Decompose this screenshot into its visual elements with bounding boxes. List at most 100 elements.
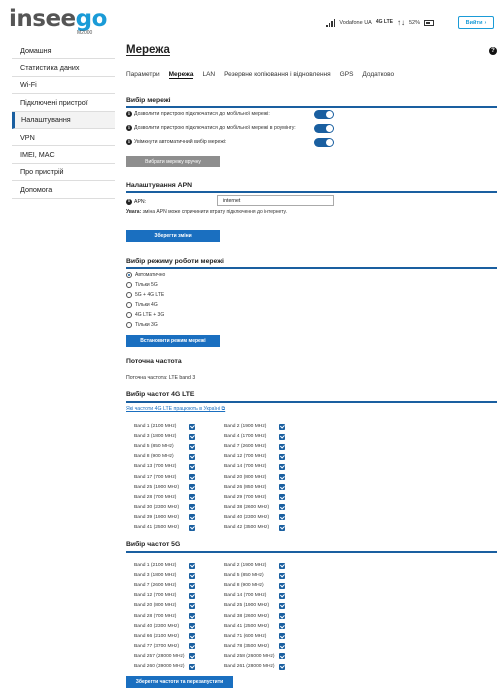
tab-lan[interactable]: LAN xyxy=(202,71,215,79)
band-checkbox[interactable] xyxy=(279,602,285,609)
sidebar-item-connected-devices[interactable]: Підключені пристрої xyxy=(12,94,115,112)
band-checkbox[interactable] xyxy=(189,653,195,660)
band-checkbox[interactable] xyxy=(279,433,285,440)
tab-network[interactable]: Мережа xyxy=(168,71,194,79)
mobile-data-toggle[interactable] xyxy=(314,109,334,119)
logout-arrow-icon: › xyxy=(484,19,487,26)
band-checkbox[interactable] xyxy=(189,613,195,619)
sidebar-item-about[interactable]: Про пристрій xyxy=(12,164,115,182)
band-label: Band 1 (2100 MHz) xyxy=(134,424,177,429)
lte-bands-info-link[interactable]: Які частоти 4G LTE працюють в Україні ⧉ xyxy=(126,406,225,413)
sidebar-item-help[interactable]: Допомога xyxy=(12,181,115,199)
tab-parameters[interactable]: Параметри xyxy=(126,71,160,79)
band-checkbox[interactable] xyxy=(189,582,195,589)
sidebar-item-data-usage[interactable]: Статистика даних xyxy=(12,59,115,77)
band-checkbox[interactable] xyxy=(279,592,285,599)
mode-option-5g-only[interactable]: Тільки 5G xyxy=(126,282,158,288)
sidebar-item-home[interactable]: Домашня xyxy=(12,42,115,60)
band-label: Band 38 (2600 MHz) xyxy=(224,613,270,619)
sidebar-item-wifi[interactable]: Wi-Fi xyxy=(12,77,115,95)
band-label: Band 3 (1800 MHz) xyxy=(134,573,177,579)
band-checkbox[interactable] xyxy=(189,474,195,480)
band-checkbox[interactable] xyxy=(189,484,195,491)
help-icon[interactable]: ? xyxy=(489,47,497,55)
band-label: Band 3 (1800 MHz) xyxy=(134,434,177,440)
logout-button[interactable]: Вийти › xyxy=(458,16,494,29)
band-checkbox[interactable] xyxy=(189,602,195,609)
battery-percent: 52% xyxy=(408,19,420,26)
roaming-toggle[interactable] xyxy=(314,123,334,133)
band-label: Band 28 (700 MHz) xyxy=(134,613,177,619)
sidebar-item-settings[interactable]: Налаштування xyxy=(12,111,115,129)
band-checkbox[interactable] xyxy=(279,474,285,480)
page-title: Мережа xyxy=(126,44,170,56)
apn-input[interactable]: internet xyxy=(217,195,334,206)
band-checkbox[interactable] xyxy=(279,582,285,589)
band-label: Band 257 (28000 MHz) xyxy=(134,653,185,659)
apn-save-button[interactable]: Зберегти зміни xyxy=(126,230,220,242)
sidebar-item-imei-mac[interactable]: IMEI, MAC xyxy=(12,146,115,164)
band-checkbox[interactable] xyxy=(189,572,195,579)
band-checkbox[interactable] xyxy=(279,562,285,569)
sidebar-item-vpn[interactable]: VPN xyxy=(12,129,115,147)
band-checkbox[interactable] xyxy=(189,443,195,450)
band-checkbox[interactable] xyxy=(189,643,195,650)
band-checkbox[interactable] xyxy=(189,524,195,531)
band-checkbox[interactable] xyxy=(279,643,285,650)
tab-advanced[interactable]: Додатково xyxy=(362,71,394,79)
band-checkbox[interactable] xyxy=(189,663,195,670)
band-checkbox[interactable] xyxy=(279,484,285,491)
band-checkbox[interactable] xyxy=(189,623,195,630)
mode-option-auto[interactable]: Автоматично xyxy=(126,272,165,278)
band-checkbox[interactable] xyxy=(279,504,285,511)
band-checkbox[interactable] xyxy=(189,423,195,430)
band-label: Band 25 (1900 MHz) xyxy=(224,603,270,609)
mode-option-4g-3g[interactable]: 4G LTE + 3G xyxy=(126,312,164,318)
tab-backup-restore[interactable]: Резервне копіювання і відновлення xyxy=(224,71,331,79)
save-bands-restart-button[interactable]: Зберегти частоти та перезапустити xyxy=(126,676,233,688)
band-checkbox[interactable] xyxy=(189,504,195,511)
band-checkbox[interactable] xyxy=(279,613,285,619)
band-label: Band 8 (900 MHz) xyxy=(224,583,264,589)
band-checkbox[interactable] xyxy=(279,633,285,640)
band-checkbox[interactable] xyxy=(279,663,285,670)
battery-icon xyxy=(424,19,434,26)
radio-selected-icon xyxy=(126,272,132,278)
info-icon: i xyxy=(126,125,132,131)
auto-network-toggle[interactable] xyxy=(314,137,334,147)
band-checkbox[interactable] xyxy=(279,494,285,501)
header: inseego M2000 Vodafone UA 4G LTE ↑↓ 52% … xyxy=(0,0,504,40)
band-checkbox[interactable] xyxy=(189,514,195,521)
band-checkbox[interactable] xyxy=(279,653,285,660)
band-checkbox[interactable] xyxy=(189,494,195,501)
mode-option-4g-only[interactable]: Тільки 4G xyxy=(126,302,158,308)
band-checkbox[interactable] xyxy=(189,463,195,470)
set-mode-button[interactable]: Встановити режим мережі xyxy=(126,335,220,347)
band-label: Band 39 (1900 MHz) xyxy=(134,514,180,520)
band-checkbox[interactable] xyxy=(279,572,285,579)
band-checkbox[interactable] xyxy=(279,524,285,531)
band-checkbox[interactable] xyxy=(189,562,195,569)
band-checkbox[interactable] xyxy=(189,592,195,599)
band-label: Band 41 (2500 MHz) xyxy=(224,623,270,629)
band-checkbox[interactable] xyxy=(279,423,285,430)
band-checkbox[interactable] xyxy=(279,463,285,470)
sidebar-nav: Домашня Статистика даних Wi-Fi Підключен… xyxy=(12,42,115,199)
band-label: Band 40 (2300 MHz) xyxy=(134,623,180,629)
band-checkbox[interactable] xyxy=(189,633,195,640)
band-checkbox[interactable] xyxy=(279,623,285,630)
band-checkbox[interactable] xyxy=(279,443,285,450)
radio-icon xyxy=(126,282,132,288)
band-checkbox[interactable] xyxy=(189,453,195,460)
band-label: Band 4 (1700 MHz) xyxy=(224,434,267,440)
band-label: Band 30 (2300 MHz) xyxy=(134,504,180,510)
manual-network-button[interactable]: Вибрати мережу вручну xyxy=(126,156,220,167)
mode-option-5g-4g[interactable]: 5G + 4G LTE xyxy=(126,292,164,298)
tab-gps[interactable]: GPS xyxy=(340,71,354,79)
mode-option-3g-only[interactable]: Тільки 3G xyxy=(126,322,158,328)
band-checkbox[interactable] xyxy=(279,453,285,460)
carrier-name: Vodafone UA xyxy=(339,19,372,26)
external-link-icon: ⧉ xyxy=(221,406,226,412)
band-checkbox[interactable] xyxy=(279,514,285,521)
band-checkbox[interactable] xyxy=(189,433,195,440)
